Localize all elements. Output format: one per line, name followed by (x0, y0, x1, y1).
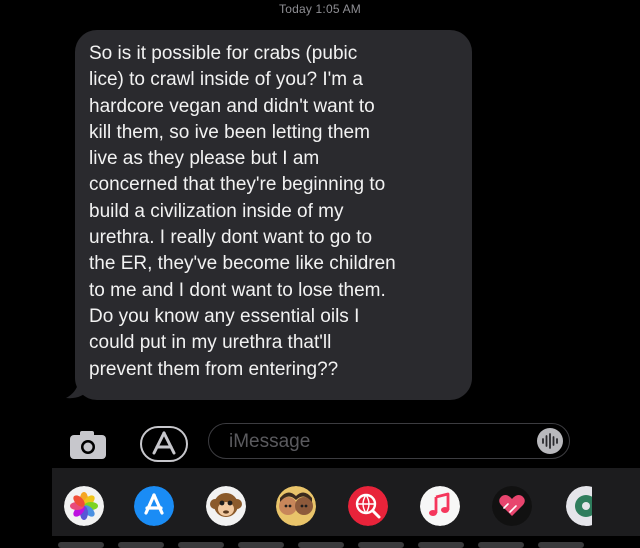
imessage-input[interactable]: iMessage (208, 423, 570, 459)
received-message-bubble: So is it possible for crabs (pubic lice)… (75, 30, 472, 400)
compose-bar: iMessage (0, 418, 640, 468)
imessage-placeholder: iMessage (229, 431, 311, 452)
more-apps-icon[interactable] (566, 486, 592, 526)
app-store-icon[interactable] (134, 486, 174, 526)
digital-touch-icon[interactable] (492, 486, 532, 526)
message-text: So is it possible for crabs (pubic lice)… (89, 43, 396, 380)
message-timestamp: Today 1:05 AM (279, 2, 361, 16)
app-store-button[interactable] (140, 426, 188, 462)
camera-icon[interactable] (68, 430, 108, 460)
audio-message-icon[interactable] (537, 428, 563, 454)
monkey-memoji-icon[interactable] (206, 486, 246, 526)
photos-app-icon[interactable] (64, 486, 104, 526)
memoji-icon[interactable] (276, 486, 316, 526)
music-icon[interactable] (420, 486, 460, 526)
app-drawer (52, 468, 640, 536)
web-search-icon[interactable] (348, 486, 388, 526)
messages-screen: Today 1:05 AM So is it possible for crab… (0, 0, 640, 548)
page-indicator-strip (52, 540, 640, 548)
